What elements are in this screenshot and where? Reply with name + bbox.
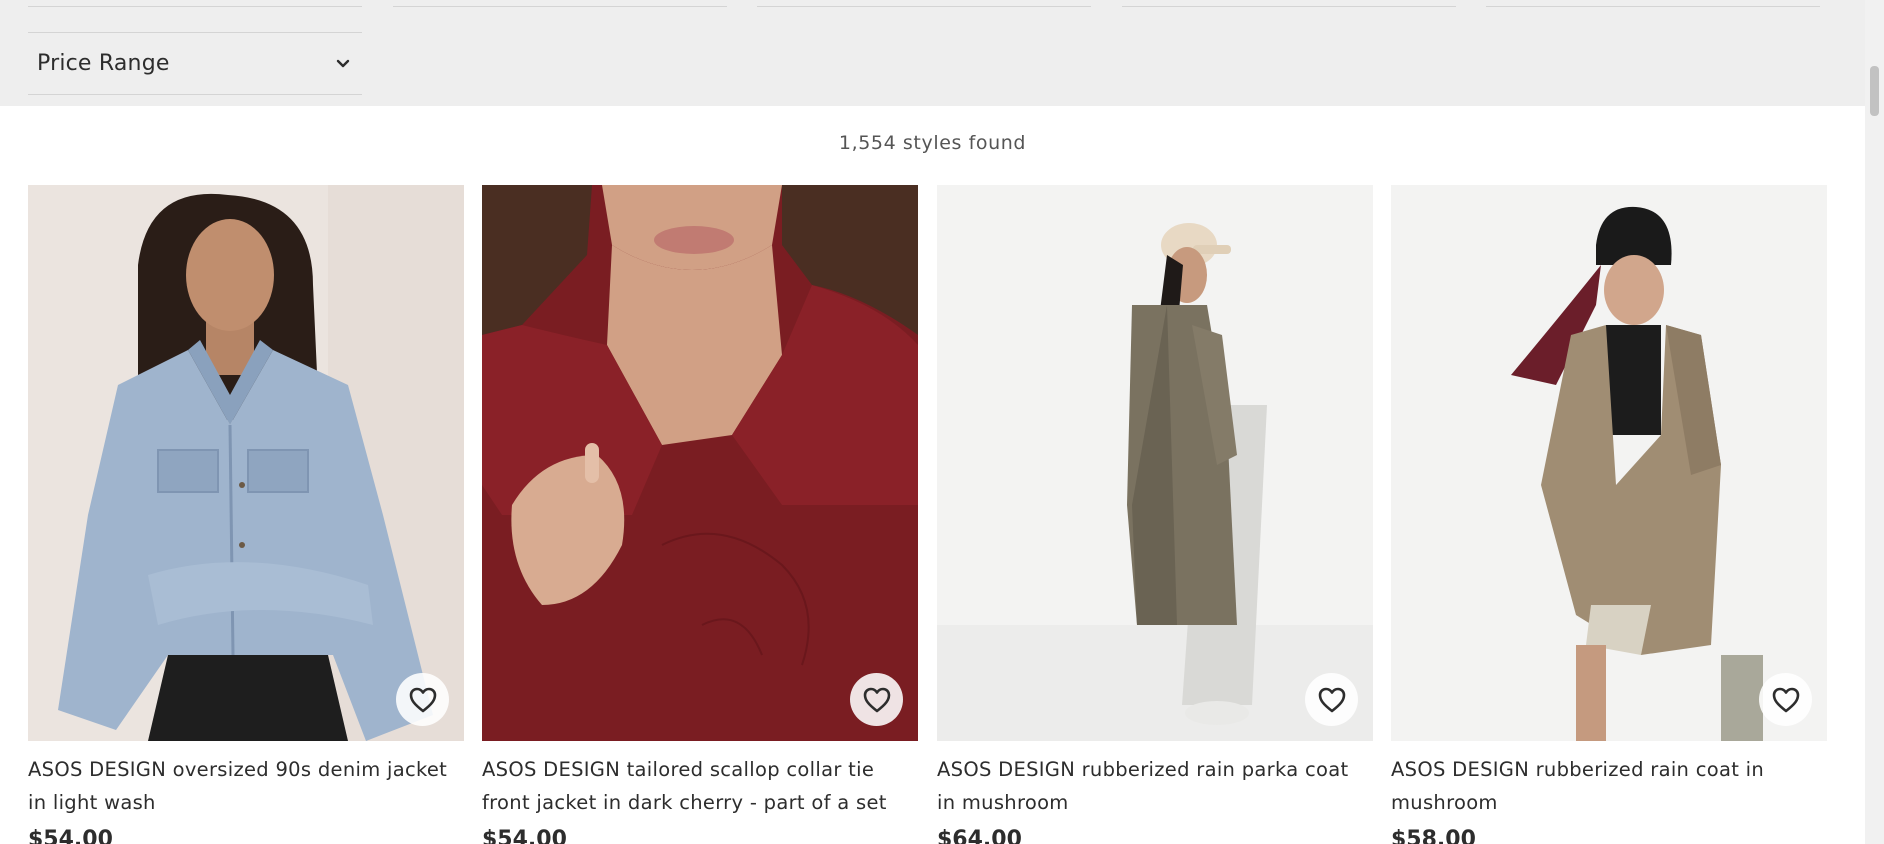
heart-outline-icon	[1772, 687, 1799, 712]
product-card[interactable]: ASOS DESIGN rubberized rain parka coat i…	[937, 185, 1373, 844]
heart-outline-icon	[409, 687, 436, 712]
scrollbar-thumb[interactable]	[1870, 66, 1879, 116]
save-for-later-button[interactable]	[1759, 673, 1812, 726]
save-for-later-button[interactable]	[1305, 673, 1358, 726]
filter-divider	[28, 6, 362, 7]
heart-outline-icon	[863, 687, 890, 712]
product-price: $58.00	[1391, 827, 1476, 844]
save-for-later-button[interactable]	[850, 673, 903, 726]
heart-outline-icon	[1318, 687, 1345, 712]
product-image-rain-parka[interactable]	[937, 185, 1373, 741]
product-title[interactable]: ASOS DESIGN rubberized rain parka coat i…	[937, 753, 1373, 819]
product-price: $54.00	[482, 827, 567, 844]
product-image-rain-coat[interactable]	[1391, 185, 1827, 741]
filter-bar: Price Range	[0, 0, 1865, 106]
filter-divider	[757, 6, 1091, 7]
product-title[interactable]: ASOS DESIGN oversized 90s denim jacket i…	[28, 753, 464, 819]
product-price: $54.00	[28, 827, 113, 844]
results-count: 1,554 styles found	[838, 132, 1027, 154]
price-range-label: Price Range	[37, 51, 170, 76]
price-range-filter[interactable]: Price Range	[28, 32, 362, 95]
page: Price Range 1,554 styles found ASOS DESI…	[0, 0, 1884, 844]
filter-divider	[1122, 6, 1456, 7]
save-for-later-button[interactable]	[396, 673, 449, 726]
product-title[interactable]: ASOS DESIGN tailored scallop collar tie …	[482, 753, 918, 819]
product-price: $64.00	[937, 827, 1022, 844]
product-card[interactable]: ASOS DESIGN tailored scallop collar tie …	[482, 185, 918, 844]
product-image-denim-jacket[interactable]	[28, 185, 464, 741]
filter-divider	[393, 6, 727, 7]
product-card[interactable]: ASOS DESIGN oversized 90s denim jacket i…	[28, 185, 464, 844]
product-card[interactable]: ASOS DESIGN rubberized rain coat in mush…	[1391, 185, 1827, 844]
page-scrollbar[interactable]	[1865, 0, 1884, 844]
product-image-cherry-jacket[interactable]	[482, 185, 918, 741]
product-title[interactable]: ASOS DESIGN rubberized rain coat in mush…	[1391, 753, 1827, 819]
filter-divider	[1486, 6, 1820, 7]
chevron-down-icon	[336, 57, 350, 71]
